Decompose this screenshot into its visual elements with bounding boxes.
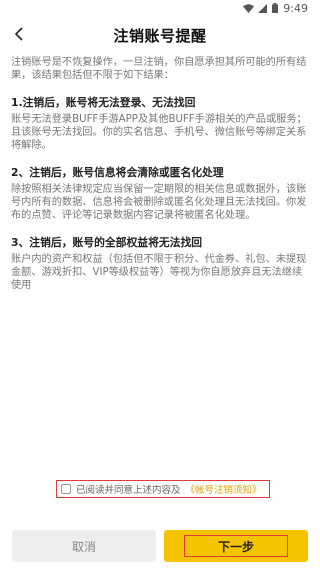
next-button[interactable]: 下一步 (164, 530, 308, 562)
button-row: 取消 下一步 (0, 530, 320, 564)
header: 注销账号提醒 (0, 18, 320, 52)
status-bar: 9:49 (0, 0, 320, 16)
section-title-1: 1.注销后，账号将无法登录、无法找回 (11, 96, 196, 109)
section-body-3: 账户内的资产和权益（包括但不限于积分、代金券、礼包、未提现金额、游戏折扣、VIP… (11, 254, 307, 291)
agreement-text: 已阅读并同意上述内容及 (76, 485, 181, 496)
section-title-2: 2、注销后，账号信息将会清除或匿名化处理 (11, 166, 224, 179)
agreement-link[interactable]: 《帐号注销须知》 (186, 482, 262, 496)
notice-content: 注销账号是不恢复操作，一旦注销，你自愿承担其所可能的所有结果，该结果包括但不限于… (11, 56, 309, 306)
cancel-button[interactable]: 取消 (12, 530, 156, 562)
signal-icon (258, 3, 268, 13)
battery-icon (272, 3, 279, 13)
section-body-2: 除按照相关法律规定应当保留一定期限的相关信息或数据外，该账号内所有的数据、信息将… (11, 184, 307, 221)
section-body-1: 账号无法登录BUFF手游APP及其他BUFF手游相关的产品或服务；且该账号无法找… (11, 114, 307, 151)
intro-text: 注销账号是不恢复操作，一旦注销，你自愿承担其所可能的所有结果，该结果包括但不限于… (11, 57, 307, 81)
page-title: 注销账号提醒 (113, 26, 207, 45)
agreement-row: 已阅读并同意上述内容及 《帐号注销须知》 (56, 480, 270, 498)
wifi-icon (243, 4, 255, 13)
agreement-checkbox[interactable] (61, 484, 71, 494)
status-time: 9:49 (283, 1, 308, 15)
next-button-label: 下一步 (184, 535, 288, 557)
chevron-left-icon (14, 26, 23, 45)
section-title-3: 3、注销后，账号的全部权益将无法找回 (11, 236, 203, 249)
back-button[interactable] (8, 24, 28, 46)
